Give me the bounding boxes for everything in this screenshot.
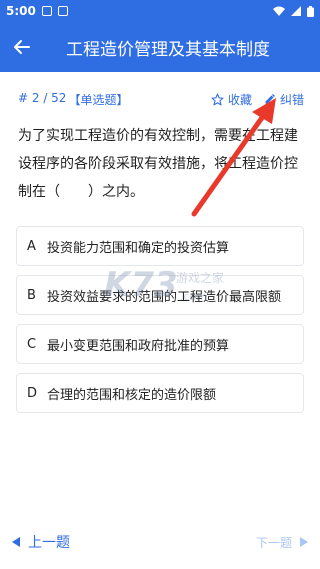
option-letter: A	[27, 238, 36, 254]
prev-question-label: 上一题	[28, 535, 70, 551]
report-error-button[interactable]: 纠错	[264, 91, 304, 108]
app-bar: 工程造价管理及其基本制度	[0, 22, 320, 72]
bottom-nav: 上一题 下一题	[0, 530, 320, 554]
prev-question-button[interactable]: 上一题	[12, 532, 70, 552]
next-question-label: 下一题	[255, 535, 292, 550]
notification-icon	[41, 6, 52, 16]
triangle-left-icon	[12, 537, 20, 547]
option-letter: B	[27, 287, 36, 303]
pencil-icon	[265, 94, 275, 104]
option-c[interactable]: C 最小变更范围和政府批准的预算	[16, 324, 304, 364]
options-list: A 投资能力范围和确定的投资估算 B 投资效益要求的范围的工程造价最高限额 C …	[16, 226, 304, 422]
question-actions: 收藏 纠错	[211, 91, 304, 108]
back-button[interactable]	[0, 22, 44, 72]
question-text: 为了实现工程造价的有效控制，需要在工程建设程序的各阶段采取有效措施，将工程造价控…	[18, 128, 298, 200]
star-icon	[211, 93, 224, 105]
status-time: 5:00	[6, 4, 36, 18]
favorite-button[interactable]: 收藏	[211, 91, 252, 108]
option-b[interactable]: B 投资效益要求的范围的工程造价最高限额	[16, 275, 304, 315]
option-d[interactable]: D 合理的范围和核定的造价限额	[16, 373, 304, 413]
question-number: # 2 / 52	[18, 90, 67, 105]
status-left: 5:00	[6, 4, 68, 18]
app-screen: 5:00 工程造价管理及其基本制度 # 2 / 52 【单选题】 收藏 纠错 为…	[0, 0, 320, 569]
status-right	[273, 5, 314, 17]
option-text: 投资能力范围和确定的投资估算	[47, 240, 230, 256]
report-error-label: 纠错	[279, 92, 304, 107]
question-meta: # 2 / 52 【单选题】	[18, 91, 128, 108]
option-letter: D	[27, 385, 38, 401]
option-text: 投资效益要求的范围的工程造价最高限额	[47, 289, 282, 305]
page-title: 工程造价管理及其基本制度	[66, 39, 270, 60]
favorite-label: 收藏	[227, 92, 252, 107]
triangle-right-icon	[300, 537, 308, 547]
question-type: 【单选题】	[68, 92, 129, 107]
status-bar: 5:00	[0, 0, 320, 22]
battery-icon	[307, 5, 314, 17]
option-a[interactable]: A 投资能力范围和确定的投资估算	[16, 226, 304, 266]
option-letter: C	[27, 336, 37, 352]
arrow-left-icon	[14, 40, 30, 54]
question-header: # 2 / 52 【单选题】 收藏 纠错	[18, 88, 304, 110]
next-question-button[interactable]: 下一题	[256, 534, 308, 551]
option-text: 最小变更范围和政府批准的预算	[47, 338, 230, 354]
wifi-icon	[273, 6, 285, 16]
option-text: 合理的范围和核定的造价限额	[47, 387, 217, 403]
signal-icon	[291, 6, 301, 16]
notification-icon	[57, 6, 68, 16]
